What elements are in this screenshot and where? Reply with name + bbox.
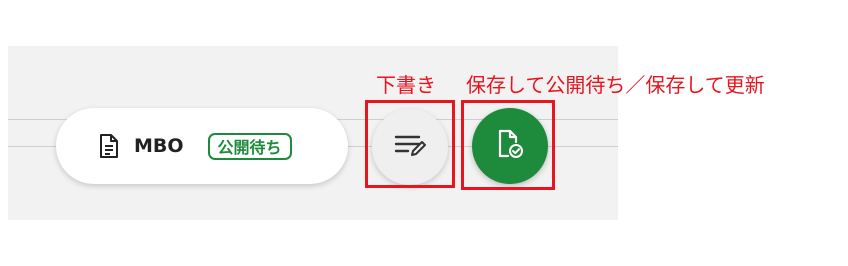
document-icon bbox=[98, 133, 120, 159]
draft-annotation: 下書き bbox=[376, 73, 436, 97]
save-annotation: 保存して公開待ち／保存して更新 bbox=[466, 73, 765, 97]
record-info-pill: MBO 公開待ち bbox=[56, 108, 348, 184]
record-title: MBO bbox=[134, 135, 184, 157]
status-badge: 公開待ち bbox=[207, 132, 292, 160]
draft-highlight-box bbox=[365, 100, 455, 188]
save-highlight-box bbox=[461, 100, 555, 190]
